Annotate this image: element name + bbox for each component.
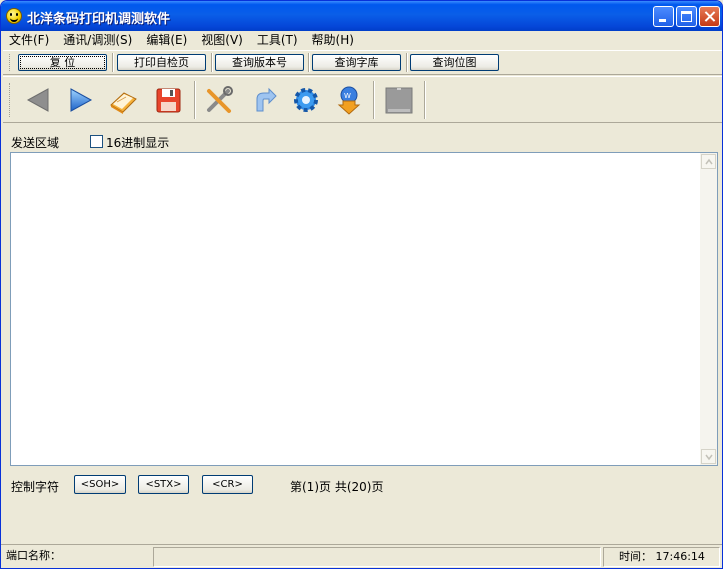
open-book-icon[interactable]	[108, 85, 138, 115]
gear-icon[interactable]	[291, 85, 321, 115]
stx-button[interactable]: <STX>	[138, 475, 189, 494]
menu-tools[interactable]: 工具(T)	[249, 31, 304, 49]
menu-comm-debug[interactable]: 通讯/调测(S)	[55, 31, 138, 49]
toolbar-separator	[373, 81, 375, 119]
query-fonts-button[interactable]: 查询字库	[312, 54, 401, 71]
svg-text:W: W	[344, 92, 351, 100]
toolbar-separator	[424, 81, 426, 119]
chevron-down-icon	[705, 454, 713, 461]
query-version-button[interactable]: 查询版本号	[215, 54, 304, 71]
soh-button[interactable]: <SOH>	[74, 475, 126, 494]
close-button[interactable]	[699, 6, 720, 27]
query-bitmap-button[interactable]: 查询位图	[410, 54, 499, 71]
menu-help[interactable]: 帮助(H)	[304, 31, 360, 49]
reset-button[interactable]: 复 位	[18, 54, 107, 71]
chevron-up-icon	[705, 158, 713, 165]
menu-bar: 文件(F) 通讯/调测(S) 编辑(E) 视图(V) 工具(T) 帮助(H)	[1, 31, 722, 49]
menu-view[interactable]: 视图(V)	[193, 31, 249, 49]
status-bar: 端口名称： 时间： 17:46:14	[1, 544, 722, 568]
disabled-device-icon	[385, 87, 413, 114]
send-area-textbox[interactable]	[10, 152, 718, 466]
control-chars-label: 控制字符	[11, 480, 60, 494]
send-area-label: 发送区域	[11, 136, 60, 150]
save-disk-icon[interactable]	[154, 85, 184, 115]
window-title: 北洋条码打印机调测软件	[27, 12, 171, 27]
maximize-button[interactable]	[676, 6, 697, 27]
back-arrow-icon[interactable]	[23, 85, 53, 115]
smiley-app-icon[interactable]	[6, 8, 22, 24]
app-window: 北洋条码打印机调测软件 文件(F) 通讯/调测(S) 编辑(E) 视图(V) 工…	[0, 0, 723, 569]
page-info: 第(1)页 共(20)页	[290, 480, 384, 494]
scroll-up-button[interactable]	[701, 154, 716, 169]
toolbar-grip[interactable]	[9, 54, 13, 71]
self-test-button[interactable]: 打印自检页	[117, 54, 206, 71]
forward-arrow-icon[interactable]	[66, 85, 96, 115]
toolbar-separator	[406, 53, 408, 72]
menu-file[interactable]: 文件(F)	[1, 31, 55, 49]
clock-status: 时间： 17:46:14	[603, 547, 720, 567]
tools-icon[interactable]	[204, 85, 234, 115]
menu-edit[interactable]: 编辑(E)	[138, 31, 193, 49]
vertical-scrollbar[interactable]	[700, 153, 717, 465]
command-toolbar: 复 位 打印自检页 查询版本号 查询字库 查询位图	[3, 50, 722, 75]
title-bar[interactable]: 北洋条码打印机调测软件	[1, 1, 722, 31]
toolbar-separator	[112, 53, 114, 72]
toolbar-grip[interactable]	[9, 83, 13, 117]
cr-button[interactable]: <CR>	[202, 475, 253, 494]
rotate-arrow-icon[interactable]	[249, 85, 279, 115]
port-name-status: 端口名称：	[6, 549, 61, 562]
web-download-icon[interactable]: W	[334, 85, 364, 115]
hex-display-checkbox[interactable]	[90, 135, 103, 148]
minimize-button[interactable]	[653, 6, 674, 27]
status-pane-empty	[153, 547, 601, 567]
toolbar-separator	[308, 53, 310, 72]
scroll-down-button[interactable]	[701, 449, 716, 464]
toolbar-separator	[194, 81, 196, 119]
toolbar-separator	[211, 53, 213, 72]
icon-toolbar: W	[3, 76, 722, 123]
hex-display-label[interactable]: 16进制显示	[106, 134, 169, 151]
